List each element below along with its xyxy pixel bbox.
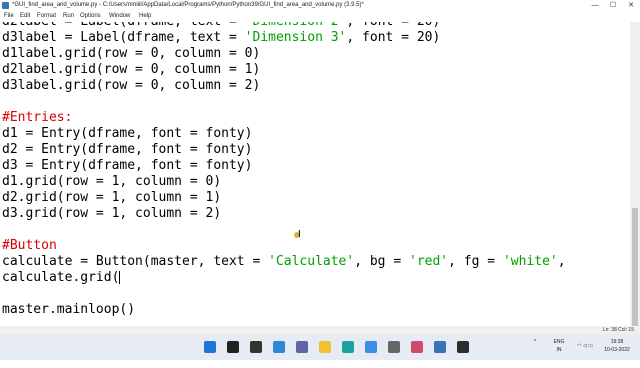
language-label: ENG xyxy=(553,339,565,345)
code-token: calculate = Button(master, text = xyxy=(2,254,269,269)
code-line[interactable]: calculate = Button(master, text = 'Calcu… xyxy=(2,254,566,270)
code-token: , font = 20) xyxy=(346,30,441,45)
menu-run[interactable]: Run xyxy=(63,11,74,22)
string-literal: 'red' xyxy=(409,254,449,269)
code-line[interactable]: calculate.grid( xyxy=(2,270,121,286)
language-indicator[interactable]: ENG IN xyxy=(549,338,569,364)
windows-start-icon[interactable] xyxy=(204,341,216,353)
code-line[interactable]: #Entries: xyxy=(2,110,72,126)
chevron-up-icon[interactable]: ^ xyxy=(528,338,542,364)
python-idle-icon[interactable] xyxy=(434,341,446,353)
string-literal: 'Dimension 2' xyxy=(245,22,347,29)
code-line[interactable]: d3label.grid(row = 0, column = 2) xyxy=(2,78,260,94)
code-token: , xyxy=(557,254,566,269)
string-literal: 'Dimension 3' xyxy=(244,30,347,45)
task-view-icon[interactable] xyxy=(250,341,262,353)
string-literal: 'Calculate' xyxy=(268,254,355,269)
search-icon[interactable] xyxy=(227,341,239,353)
code-line[interactable]: d2label = Label(dframe, text = 'Dimensio… xyxy=(2,22,440,30)
settings-icon[interactable] xyxy=(388,341,400,353)
code-line[interactable]: d3label = Label(dframe, text = 'Dimensio… xyxy=(2,30,440,46)
edge-browser-icon[interactable] xyxy=(342,341,354,353)
code-token: , bg = xyxy=(354,254,409,269)
code-token: , font = 20) xyxy=(346,22,440,29)
vertical-scrollbar[interactable] xyxy=(630,22,640,326)
code-token: d2label.grid(row = 0, column = 1) xyxy=(2,62,261,77)
text-caret xyxy=(119,271,121,284)
code-line[interactable]: d1.grid(row = 1, column = 0) xyxy=(2,174,221,190)
code-token: master.mainloop() xyxy=(2,302,136,317)
code-line[interactable]: #Button xyxy=(2,238,57,254)
menu-format[interactable]: Format xyxy=(37,11,56,22)
code-line[interactable]: d2 = Entry(dframe, font = fonty) xyxy=(2,142,252,158)
menu-help[interactable]: Help xyxy=(139,11,151,22)
teams-chat-icon[interactable] xyxy=(296,341,308,353)
region-label: IN xyxy=(556,347,562,353)
code-token: d2 = Entry(dframe, font = fonty) xyxy=(2,142,253,157)
window-title: *GUI_find_area_and_volume.py - C:/Users/… xyxy=(12,2,364,8)
code-editor[interactable]: d2label = Label(dframe, text = 'Dimensio… xyxy=(0,22,630,326)
window-title-bar[interactable]: *GUI_find_area_and_volume.py - C:/Users/… xyxy=(0,0,640,11)
photos-icon[interactable] xyxy=(411,341,423,353)
file-explorer-icon[interactable] xyxy=(319,341,331,353)
close-button[interactable]: ✕ xyxy=(624,0,638,11)
code-token: d1 = Entry(dframe, font = fonty) xyxy=(2,126,253,141)
code-token: d3 = Entry(dframe, font = fonty) xyxy=(2,158,253,173)
code-token: d1label.grid(row = 0, column = 0) xyxy=(2,46,261,61)
minimize-button[interactable]: — xyxy=(588,0,602,11)
text-cursor-icon: I xyxy=(298,229,301,240)
microsoft-store-icon[interactable] xyxy=(365,341,377,353)
code-token: d3label.grid(row = 0, column = 2) xyxy=(2,78,261,93)
code-token: , fg = xyxy=(448,254,503,269)
clock-date: 10-03-2022 xyxy=(604,347,630,353)
widgets-icon[interactable] xyxy=(273,341,285,353)
menu-bar: File Edit Format Run Options Window Help xyxy=(0,11,640,22)
code-line[interactable]: d2.grid(row = 1, column = 1) xyxy=(2,190,221,206)
code-line[interactable]: master.mainloop() xyxy=(2,302,135,318)
clock[interactable]: 19:38 10-03-2022 xyxy=(598,338,636,364)
maximize-button[interactable]: ☐ xyxy=(606,0,620,11)
code-token: d2label = Label(dframe, text = xyxy=(2,22,245,29)
code-token: d3.grid(row = 1, column = 2) xyxy=(2,206,222,221)
wifi-volume-battery-icons[interactable]: ◠ ◁ ▭ xyxy=(574,342,596,368)
menu-file[interactable]: File xyxy=(4,11,14,22)
code-token: calculate.grid( xyxy=(2,270,120,285)
code-line[interactable]: d2label.grid(row = 0, column = 1) xyxy=(2,62,260,78)
code-token: d3label = Label(dframe, text = xyxy=(2,30,245,45)
windows-taskbar: ^ ENG IN ◠ ◁ ▭ 19:38 10-03-2022 xyxy=(0,334,640,360)
menu-window[interactable]: Window xyxy=(109,11,130,22)
idle-app-icon xyxy=(2,2,9,9)
code-comment: #Button xyxy=(2,238,57,253)
terminal-icon[interactable] xyxy=(457,341,469,353)
menu-edit[interactable]: Edit xyxy=(20,11,30,22)
code-line[interactable]: d3 = Entry(dframe, font = fonty) xyxy=(2,158,252,174)
cursor-position: Ln: 38 Col: 15 xyxy=(602,327,634,333)
code-token: d2.grid(row = 1, column = 1) xyxy=(2,190,222,205)
code-line[interactable]: d1 = Entry(dframe, font = fonty) xyxy=(2,126,252,142)
clock-time: 19:38 xyxy=(610,339,624,345)
status-bar: Ln: 38 Col: 15 xyxy=(0,326,640,334)
code-token: d1.grid(row = 1, column = 0) xyxy=(2,174,222,189)
code-line[interactable]: d3.grid(row = 1, column = 2) xyxy=(2,206,221,222)
code-comment: #Entries: xyxy=(2,110,73,125)
code-line[interactable]: d1label.grid(row = 0, column = 0) xyxy=(2,46,260,62)
scrollbar-thumb[interactable] xyxy=(632,208,638,326)
menu-options[interactable]: Options xyxy=(80,11,101,22)
string-literal: 'white' xyxy=(502,254,558,269)
